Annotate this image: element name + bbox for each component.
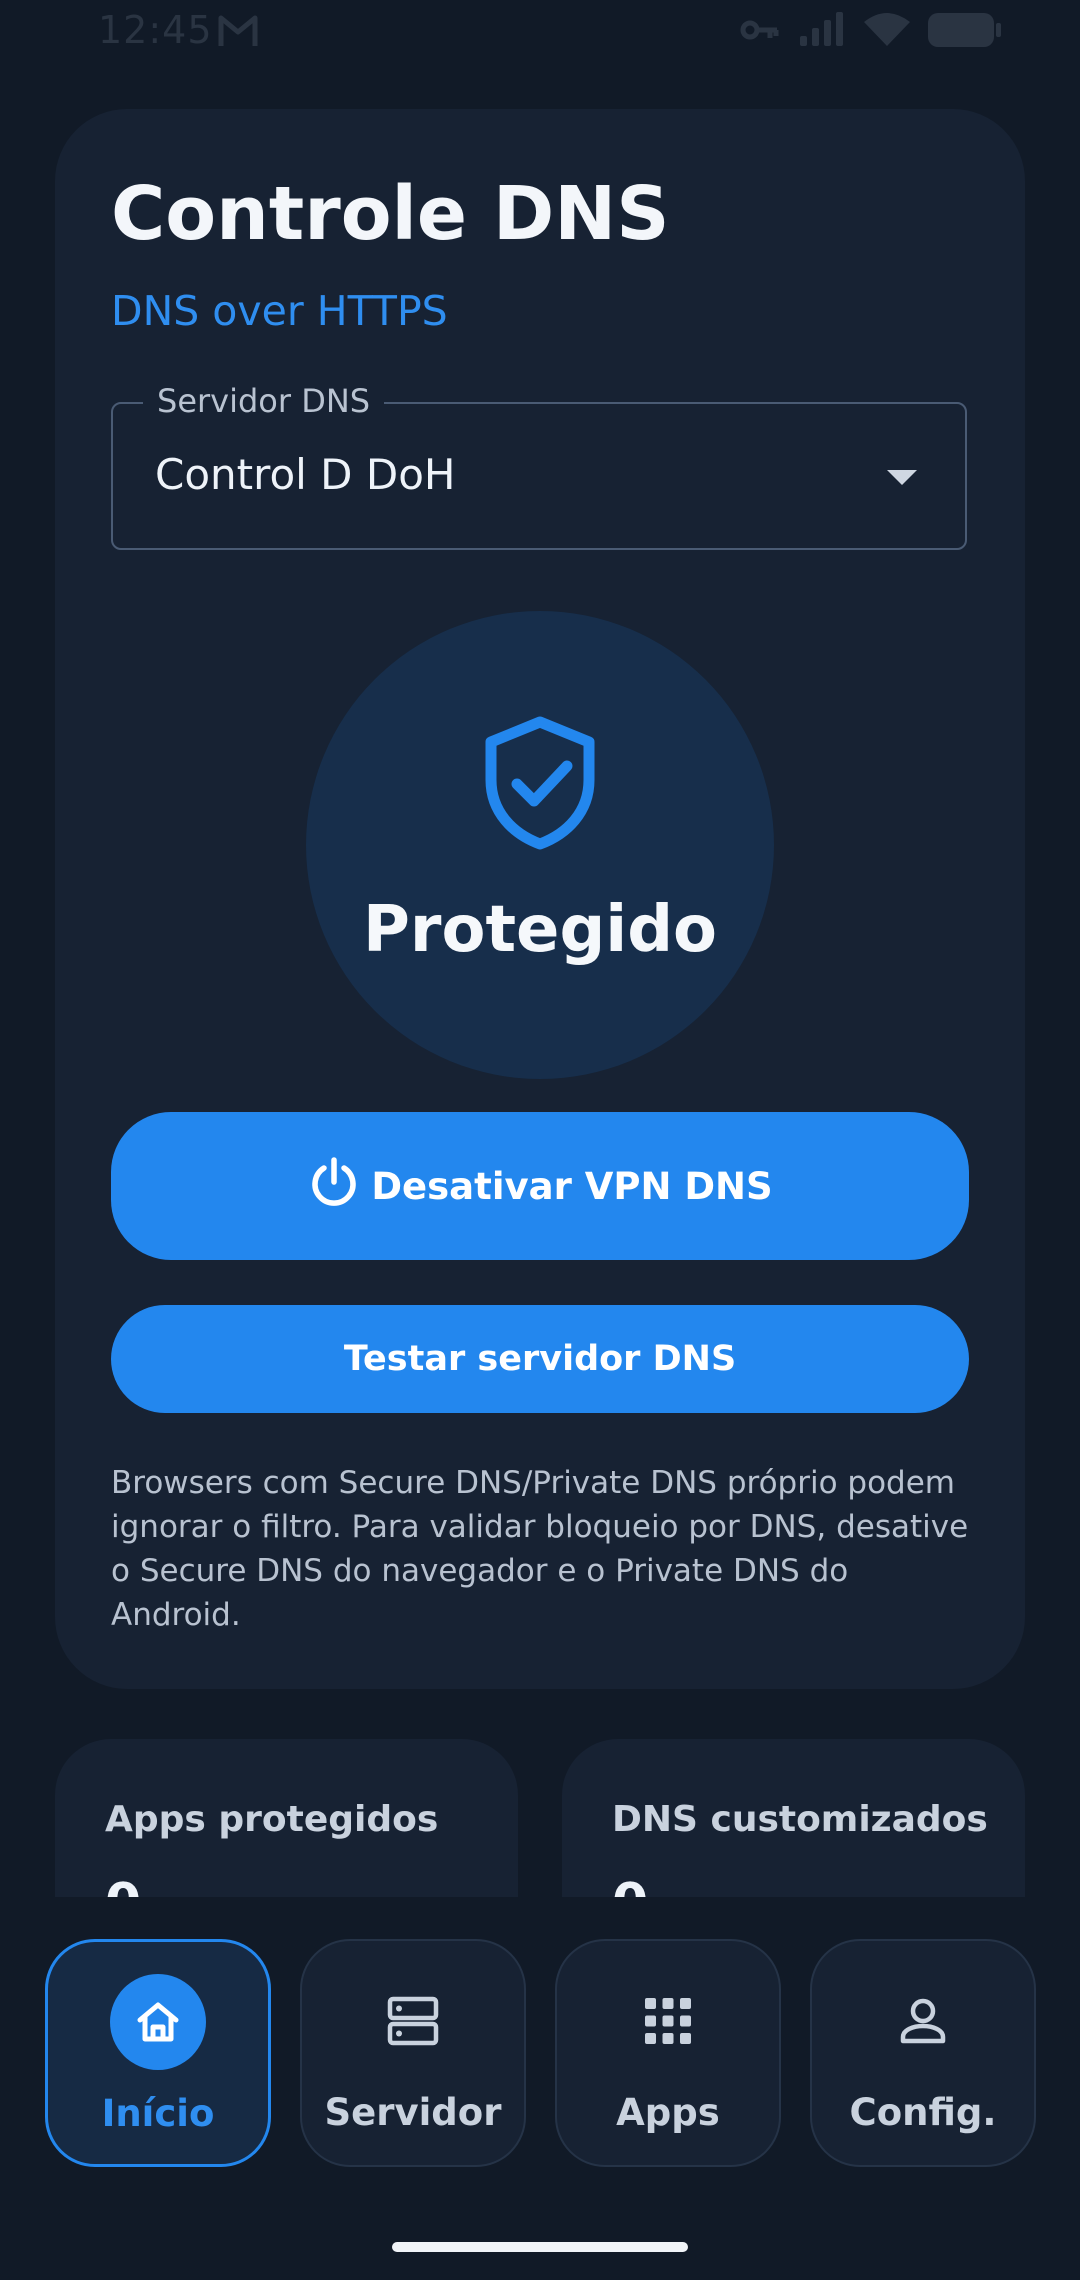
- protection-status-indicator: Protegido: [306, 611, 774, 1079]
- person-icon: [875, 1973, 971, 2069]
- battery-icon: [928, 12, 1002, 52]
- nav-item-config[interactable]: Config.: [810, 1939, 1036, 2167]
- vpn-key-icon: [740, 16, 780, 48]
- test-dns-label: Testar servidor DNS: [343, 1339, 737, 1379]
- status-time: 12:45: [98, 8, 213, 52]
- power-icon: [307, 1155, 361, 1218]
- nav-label: Início: [101, 2092, 215, 2135]
- dropdown-arrow-icon: [887, 470, 917, 485]
- nav-label: Servidor: [324, 2091, 502, 2134]
- stat-label: Apps protegidos: [105, 1799, 439, 1840]
- home-indicator-bar[interactable]: [392, 2242, 688, 2252]
- toggle-vpn-label: Desativar VPN DNS: [371, 1164, 773, 1208]
- nav-item-apps[interactable]: Apps: [555, 1939, 781, 2167]
- server-icon: [365, 1973, 461, 2069]
- cellular-signal-icon: [798, 12, 846, 52]
- dns-server-label: Servidor DNS: [143, 382, 385, 420]
- secure-dns-note: Browsers com Secure DNS/Private DNS próp…: [111, 1465, 969, 1633]
- nav-item-servidor[interactable]: Servidor: [300, 1939, 526, 2167]
- stat-value: 0: [612, 1873, 648, 1897]
- page-title: Controle DNS: [111, 171, 670, 257]
- stat-label: DNS customizados: [612, 1799, 988, 1840]
- toggle-vpn-button[interactable]: Desativar VPN DNS: [111, 1112, 969, 1260]
- protocol-subtitle: DNS over HTTPS: [111, 287, 448, 335]
- stat-card-protected-apps: Apps protegidos 0: [55, 1739, 518, 1897]
- home-icon: [110, 1974, 206, 2070]
- bottom-navigation: Início Servidor Apps Config.: [0, 1897, 1080, 2280]
- nav-label: Config.: [849, 2091, 997, 2134]
- status-bar: 12:45: [0, 0, 1080, 68]
- dns-control-card: Controle DNS DNS over HTTPS Servidor DNS…: [55, 109, 1025, 1689]
- wifi-icon: [864, 12, 910, 52]
- nav-label: Apps: [616, 2091, 720, 2134]
- stat-card-custom-dns: DNS customizados 0: [562, 1739, 1025, 1897]
- test-dns-server-button[interactable]: Testar servidor DNS: [111, 1305, 969, 1413]
- shield-check-icon: [481, 716, 599, 854]
- stat-value: 0: [105, 1873, 141, 1897]
- nav-item-inicio[interactable]: Início: [45, 1939, 271, 2167]
- apps-grid-icon: [620, 1973, 716, 2069]
- dns-server-dropdown[interactable]: Servidor DNS Control D DoH: [111, 382, 967, 550]
- protection-status-text: Protegido: [363, 893, 717, 967]
- dns-server-value: Control D DoH: [155, 450, 456, 499]
- gmail-icon: [218, 14, 258, 52]
